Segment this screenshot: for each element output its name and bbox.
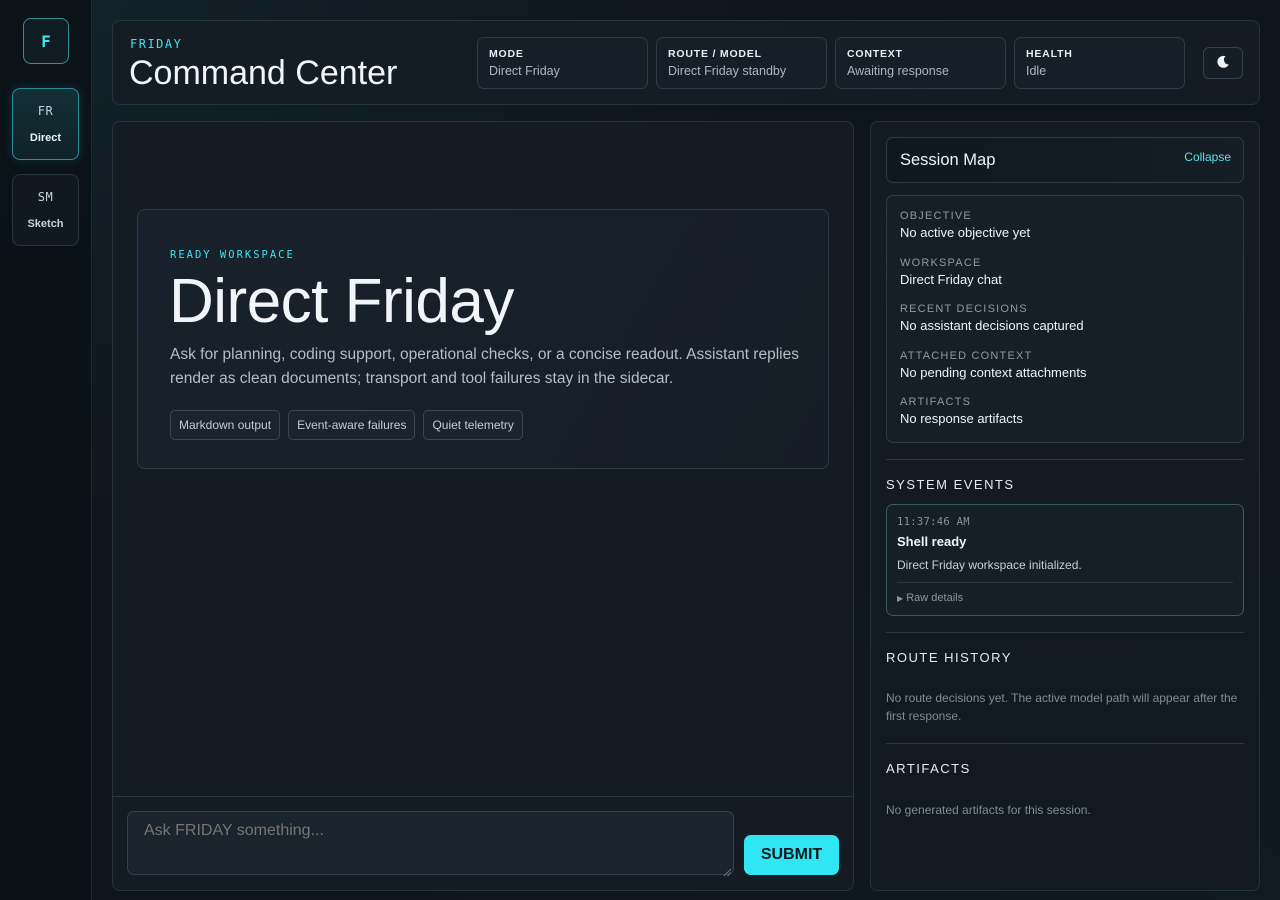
stat-health: HEALTH Idle <box>1014 37 1185 89</box>
event-description: Direct Friday workspace initialized. <box>897 558 1082 572</box>
map-row-value: No active objective yet <box>900 225 1031 240</box>
map-row-attached-context: ATTACHED CONTEXT No pending context atta… <box>900 350 1230 397</box>
feature-chips: Markdown output Event-aware failures Qui… <box>170 410 523 440</box>
session-map-title: Session Map <box>900 151 996 169</box>
map-row-value: No assistant decisions captured <box>900 318 1084 333</box>
moon-icon <box>1216 55 1230 72</box>
rail-item-code: SM <box>37 190 54 204</box>
stat-route-model: ROUTE / MODEL Direct Friday standby <box>656 37 827 89</box>
chat-panel: READY WORKSPACE Direct Friday Ask for pl… <box>112 121 854 891</box>
map-row-workspace: WORKSPACE Direct Friday chat <box>900 257 1230 304</box>
stat-value: Direct Friday <box>489 64 560 78</box>
stat-key: CONTEXT <box>847 48 903 60</box>
stat-value: Awaiting response <box>847 64 949 78</box>
raw-details-label: Raw details <box>906 592 964 604</box>
map-row-key: ARTIFACTS <box>900 396 972 408</box>
collapse-link[interactable]: Collapse <box>1184 150 1231 164</box>
section-divider <box>886 743 1244 744</box>
artifacts-empty: No generated artifacts for this session. <box>886 803 1091 817</box>
feature-chip: Markdown output <box>170 410 281 440</box>
map-row-key: WORKSPACE <box>900 256 982 269</box>
theme-toggle-button[interactable] <box>1203 47 1243 79</box>
feature-chip: Event-aware failures <box>288 410 416 440</box>
system-events-title: SYSTEM EVENTS <box>886 477 1015 492</box>
stat-value: Direct Friday standby <box>668 64 787 78</box>
app-logo[interactable]: F <box>23 18 69 64</box>
map-row-value: No pending context attachments <box>900 364 1087 380</box>
feature-chip: Quiet telemetry <box>423 410 523 440</box>
route-history-empty: No route decisions yet. The active model… <box>886 691 1238 723</box>
stat-key: HEALTH <box>1026 48 1073 60</box>
stat-context: CONTEXT Awaiting response <box>835 37 1006 89</box>
prompt-input[interactable] <box>127 811 734 875</box>
event-title: Shell ready <box>897 534 967 549</box>
map-row-objective: OBJECTIVE No active objective yet <box>900 210 1230 257</box>
rail-item-code: FR <box>37 104 54 118</box>
rail-item-label: Sketch <box>27 218 64 230</box>
hero-description: Ask for planning, coding support, operat… <box>170 346 799 387</box>
session-map-header: Session Map Collapse <box>886 137 1244 183</box>
event-separator <box>897 582 1233 583</box>
rail-item-label: Direct <box>29 132 62 144</box>
section-divider <box>886 632 1244 633</box>
map-row-artifacts: ARTIFACTS No response artifacts <box>900 396 1230 443</box>
stat-key: MODE <box>489 48 524 60</box>
caret-right-icon: ▶ <box>897 594 904 603</box>
top-header: FRIDAY Command Center MODE Direct Friday… <box>112 20 1260 105</box>
raw-details-toggle[interactable]: ▶ Raw details <box>897 592 1233 604</box>
map-row-key: ATTACHED CONTEXT <box>900 349 1033 362</box>
rail-item-sketch[interactable]: SM Sketch <box>12 174 79 246</box>
artifacts-title: ARTIFACTS <box>886 761 971 776</box>
map-row-value: No response artifacts <box>900 411 1023 426</box>
welcome-card: READY WORKSPACE Direct Friday Ask for pl… <box>137 209 829 469</box>
resize-grip-icon[interactable] <box>723 864 732 877</box>
composer: SUBMIT <box>113 796 853 890</box>
route-history-title: ROUTE HISTORY <box>886 650 1012 665</box>
sidecar-panel: Session Map Collapse OBJECTIVE No active… <box>870 121 1260 891</box>
map-row-key: OBJECTIVE <box>900 210 972 222</box>
map-row-key: RECENT DECISIONS <box>900 303 1028 315</box>
left-rail: F FR Direct SM Sketch <box>0 0 92 900</box>
stat-mode: MODE Direct Friday <box>477 37 648 89</box>
session-map-body: OBJECTIVE No active objective yet WORKSP… <box>886 195 1244 443</box>
brand-eyebrow: FRIDAY <box>130 37 183 51</box>
submit-button[interactable]: SUBMIT <box>744 835 839 875</box>
map-row-recent-decisions: RECENT DECISIONS No assistant decisions … <box>900 303 1230 350</box>
stat-value: Idle <box>1026 64 1047 78</box>
map-row-value: Direct Friday chat <box>900 271 1002 287</box>
section-divider <box>886 459 1244 460</box>
event-card: 11:37:46 AM Shell ready Direct Friday wo… <box>886 504 1244 616</box>
rail-item-direct[interactable]: FR Direct <box>12 88 79 160</box>
event-timestamp: 11:37:46 AM <box>897 516 970 528</box>
hero-eyebrow: READY WORKSPACE <box>170 249 295 261</box>
page-title: Command Center <box>129 54 398 92</box>
stat-key: ROUTE / MODEL <box>668 48 762 60</box>
hero-title: Direct Friday <box>169 267 514 336</box>
